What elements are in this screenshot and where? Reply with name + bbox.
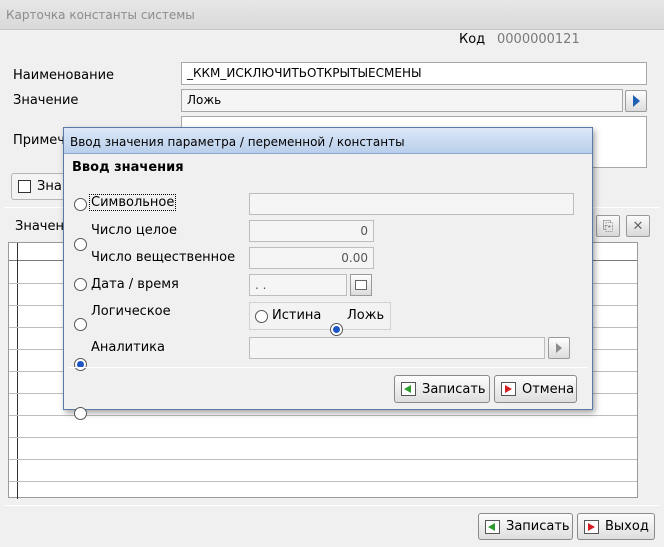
table-row	[9, 415, 637, 416]
name-label: Наименование	[13, 68, 115, 83]
radio-logical-label[interactable]: Логическое	[91, 304, 171, 319]
close-icon: ✕	[632, 218, 644, 234]
arrow-right-icon	[632, 95, 640, 107]
calendar-icon	[355, 280, 367, 290]
save-button-label: Записать	[506, 519, 570, 534]
flag-checkbox[interactable]	[18, 180, 31, 193]
save-icon	[401, 382, 416, 396]
radio-logical-false-label[interactable]: Ложь	[347, 308, 384, 323]
delete-button[interactable]: ✕	[626, 215, 650, 237]
exit-icon	[584, 519, 599, 534]
symbolic-value-field[interactable]	[249, 193, 574, 215]
radio-analytics[interactable]	[74, 407, 87, 420]
radio-integer-label[interactable]: Число целое	[91, 223, 177, 238]
values-section-label: Значен	[15, 219, 64, 234]
code-label: Код	[459, 32, 486, 47]
table-row	[9, 437, 637, 438]
cancel-icon	[501, 382, 516, 396]
calendar-button[interactable]	[350, 274, 372, 296]
copy-button[interactable]: ⎘	[596, 215, 620, 237]
table-row	[9, 481, 637, 482]
radio-datetime[interactable]	[74, 318, 87, 331]
datetime-value-field[interactable]: . .	[249, 274, 347, 296]
value-field[interactable]: Ложь	[181, 89, 623, 112]
note-label: Примеч	[13, 133, 65, 148]
value-label: Значение	[13, 93, 79, 108]
radio-logical-false[interactable]	[330, 323, 343, 336]
dialog-cancel-button[interactable]: Отмена	[494, 375, 577, 403]
flag-checkbox-label: Зна	[37, 179, 62, 194]
real-value-field[interactable]: 0.00	[249, 247, 374, 269]
radio-real[interactable]	[74, 278, 87, 291]
value-input-dialog: Ввод значения параметра / переменной / к…	[63, 127, 593, 420]
logical-value-group: Истина Ложь	[249, 302, 391, 336]
save-icon	[485, 519, 500, 534]
radio-logical[interactable]	[74, 358, 87, 371]
exit-button-label: Выход	[605, 519, 649, 534]
code-value: 0000000121	[497, 32, 580, 47]
radio-datetime-label[interactable]: Дата / время	[91, 277, 179, 292]
dialog-title: Ввод значения параметра / переменной / к…	[64, 128, 592, 154]
arrow-right-icon	[556, 343, 562, 353]
save-button[interactable]: Записать	[478, 513, 573, 540]
exit-button[interactable]: Выход	[577, 513, 655, 540]
radio-real-label[interactable]: Число вещественное	[91, 250, 235, 265]
radio-logical-true-label[interactable]: Истина	[272, 308, 321, 323]
dialog-heading: Ввод значения	[72, 160, 184, 175]
analytics-value-field[interactable]	[249, 337, 545, 359]
dialog-separator	[68, 367, 588, 368]
dialog-cancel-button-label: Отмена	[522, 381, 575, 397]
name-field[interactable]: _ККМ_ИСКЛЮЧИТЬОТКРЫТЫЕСМЕНЫ	[181, 62, 647, 85]
flag-checkbox-group[interactable]: Зна	[11, 173, 71, 200]
footer-separator	[4, 505, 660, 506]
radio-symbolic[interactable]	[74, 198, 87, 211]
radio-symbolic-label[interactable]: Символьное	[88, 194, 177, 211]
copy-icon: ⎘	[602, 218, 614, 234]
integer-value-field[interactable]: 0	[249, 220, 374, 242]
window-title: Карточка константы системы	[0, 0, 664, 30]
analytics-select-button[interactable]	[548, 337, 570, 359]
table-row	[9, 459, 637, 460]
value-select-button[interactable]	[625, 90, 647, 112]
dialog-save-button[interactable]: Записать	[394, 375, 490, 403]
dialog-save-button-label: Записать	[422, 381, 486, 397]
radio-integer[interactable]	[74, 238, 87, 251]
radio-logical-true[interactable]	[255, 310, 268, 323]
radio-analytics-label[interactable]: Аналитика	[91, 340, 165, 355]
